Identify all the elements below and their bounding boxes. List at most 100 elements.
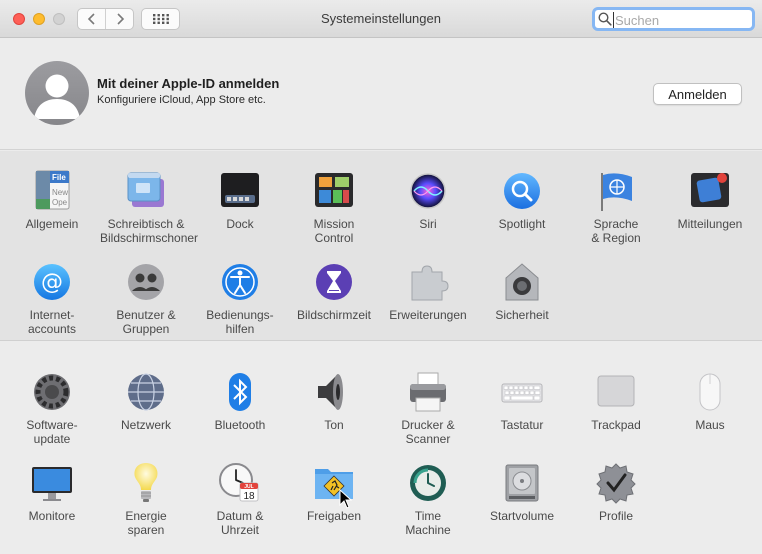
apple-id-subtitle: Konfiguriere iCloud, App Store etc. [97, 94, 266, 106]
search-field[interactable] [592, 7, 755, 31]
pane-label: Maus [695, 418, 725, 432]
pane-language-region[interactable]: Sprache & Region [569, 169, 663, 245]
pane-label: Ton [324, 418, 344, 432]
pane-label: Trackpad [591, 418, 641, 432]
pane-security[interactable]: Sicherheit [475, 260, 569, 322]
pane-general[interactable]: File New Ope Allgemein [5, 169, 99, 231]
pane-bluetooth[interactable]: Bluetooth [193, 370, 287, 432]
pane-label: Freigaben [306, 509, 362, 523]
profiles-icon [594, 461, 638, 505]
pane-label: Spotlight [498, 217, 546, 231]
startup-disk-icon [500, 461, 544, 505]
pane-screen-time[interactable]: Bildschirmzeit [287, 260, 381, 322]
svg-text:@: @ [41, 270, 63, 295]
pane-startup-disk[interactable]: Startvolume [475, 461, 569, 523]
sign-in-button[interactable]: Anmelden [653, 83, 742, 105]
users-groups-icon [124, 260, 168, 304]
pane-date-time[interactable]: JUL 18 Datum & Uhrzeit [193, 461, 287, 537]
language-region-icon [594, 169, 638, 213]
trackpad-icon [594, 370, 638, 414]
pane-label: Bluetooth [214, 418, 266, 432]
general-icon: File New Ope [30, 169, 74, 213]
pane-siri[interactable]: Siri [381, 169, 475, 231]
mission-control-icon [312, 169, 356, 213]
svg-text:Ope: Ope [52, 198, 68, 207]
pane-label: Profile [598, 509, 633, 523]
pane-label: Time Machine [405, 509, 451, 537]
pane-label: Drucker & Scanner [401, 418, 455, 446]
desktop-screensaver-icon [124, 169, 168, 213]
pane-label: Tastatur [500, 418, 544, 432]
pane-desktop-screensaver[interactable]: Schreibtisch & Bildschirmschoner [99, 169, 199, 245]
keyboard-icon [500, 370, 544, 414]
pane-label: Bedienungs-hilfen [206, 308, 274, 336]
pane-profiles[interactable]: Profile [569, 461, 663, 523]
mouse-icon [688, 370, 732, 414]
preferences-section-hardware: Software-update Netzwerk Bluetooth Ton D… [0, 342, 762, 554]
pane-label: Internet-accounts [27, 308, 77, 336]
pane-label: Datum & Uhrzeit [216, 509, 264, 537]
pane-label: Schreibtisch & Bildschirmschoner [100, 217, 199, 245]
pane-label: Allgemein [25, 217, 79, 231]
pane-printers-scanners[interactable]: Drucker & Scanner [381, 370, 475, 446]
time-machine-icon [406, 461, 450, 505]
pane-label: Mission Control [313, 217, 355, 245]
pane-label: Energie sparen [125, 509, 167, 537]
pane-mouse[interactable]: Maus [663, 370, 757, 432]
pane-label: Monitore [28, 509, 76, 523]
printers-scanners-icon [406, 370, 450, 414]
pane-sound[interactable]: Ton [287, 370, 381, 432]
displays-icon [30, 461, 74, 505]
pane-dock[interactable]: Dock [193, 169, 287, 231]
pane-accessibility[interactable]: Bedienungs-hilfen [193, 260, 287, 336]
title-bar: Systemeinstellungen [0, 0, 762, 38]
svg-text:File: File [52, 173, 66, 182]
user-silhouette-icon [34, 74, 80, 119]
pane-label: Bildschirmzeit [296, 308, 371, 322]
search-input[interactable] [613, 12, 749, 28]
pane-label: Benutzer & Gruppen [116, 308, 176, 336]
extensions-icon [406, 260, 450, 304]
pane-spotlight[interactable]: Spotlight [475, 169, 569, 231]
accessibility-icon [218, 260, 262, 304]
pane-label: Startvolume [489, 509, 555, 523]
pane-trackpad[interactable]: Trackpad [569, 370, 663, 432]
pane-sharing[interactable]: Freigaben [287, 461, 381, 523]
security-icon [500, 260, 544, 304]
pane-keyboard[interactable]: Tastatur [475, 370, 569, 432]
siri-icon [406, 169, 450, 213]
software-update-icon [30, 370, 74, 414]
pane-extensions[interactable]: Erweiterungen [381, 260, 475, 322]
preferences-section-personal: File New Ope Allgemein Schreibtisch & Bil… [0, 151, 762, 341]
apple-id-banner: Mit deiner Apple-ID anmelden Konfigurier… [0, 39, 762, 150]
dock-icon [218, 169, 262, 213]
pane-displays[interactable]: Monitore [5, 461, 99, 523]
pane-energy-saver[interactable]: Energie sparen [99, 461, 193, 537]
pane-label: Mitteilungen [677, 217, 743, 231]
sharing-icon [312, 461, 356, 505]
pane-label: Sprache & Region [591, 217, 641, 245]
pane-label: Netzwerk [120, 418, 171, 432]
pane-notifications[interactable]: Mitteilungen [663, 169, 757, 231]
pane-network[interactable]: Netzwerk [99, 370, 193, 432]
pane-label: Sicherheit [495, 308, 549, 322]
svg-text:18: 18 [243, 491, 255, 502]
svg-text:JUL: JUL [244, 484, 253, 490]
date-time-icon: JUL 18 [218, 461, 262, 505]
pane-users-groups[interactable]: Benutzer & Gruppen [99, 260, 193, 336]
pane-time-machine[interactable]: Time Machine [381, 461, 475, 537]
pane-label: Erweiterungen [389, 308, 467, 322]
pane-mission-control[interactable]: Mission Control [287, 169, 381, 245]
network-icon [124, 370, 168, 414]
pane-label: Siri [419, 217, 437, 231]
internet-accounts-icon: @ [30, 260, 74, 304]
pane-software-update[interactable]: Software-update [5, 370, 99, 446]
svg-text:New: New [52, 188, 68, 197]
pane-label: Dock [226, 217, 254, 231]
sound-icon [312, 370, 356, 414]
spotlight-icon [500, 169, 544, 213]
pane-label: Software-update [26, 418, 78, 446]
pane-internet-accounts[interactable]: @ Internet-accounts [5, 260, 99, 336]
notifications-icon [688, 169, 732, 213]
avatar [25, 61, 89, 125]
